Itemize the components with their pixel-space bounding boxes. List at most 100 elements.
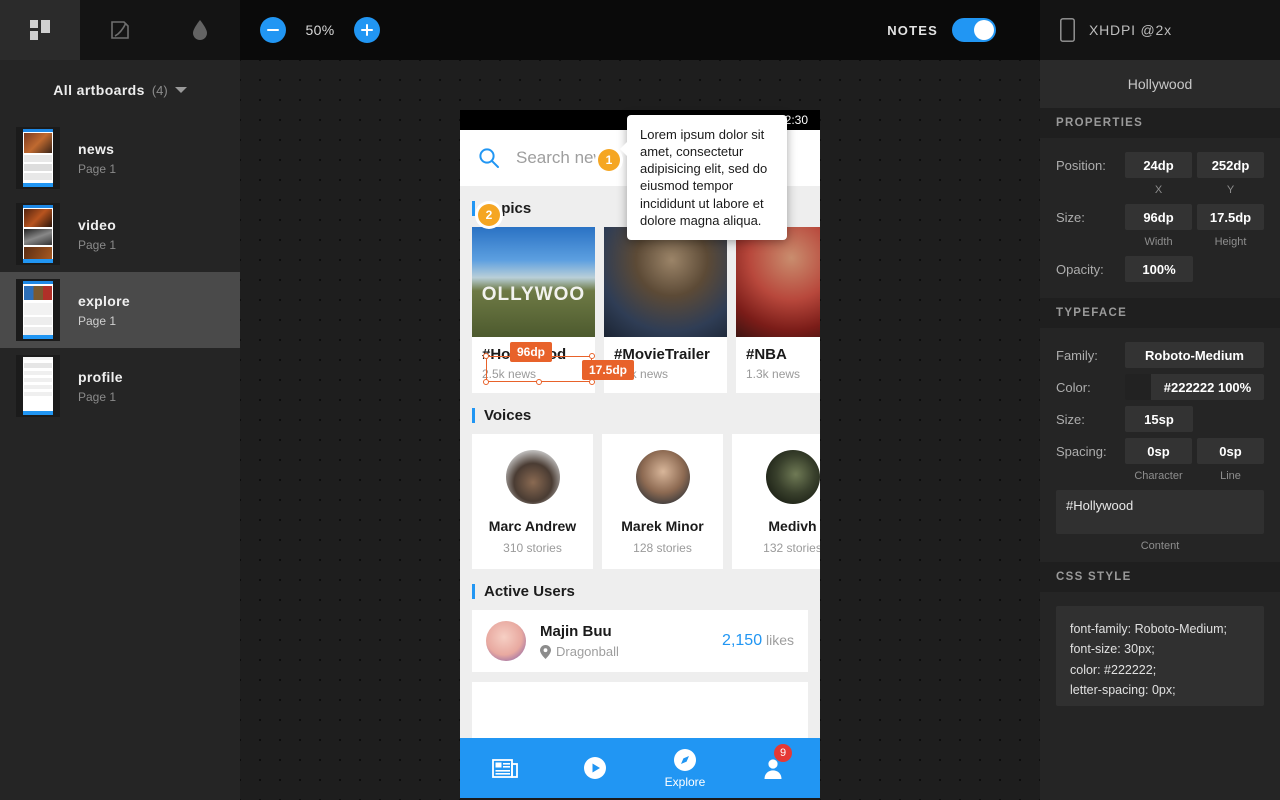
color-value-field[interactable]: #222222 100% [1151, 374, 1264, 400]
compass-icon [674, 748, 696, 771]
avatar [486, 621, 526, 661]
map-pin-icon [540, 644, 551, 659]
voice-name: Medivh [768, 518, 817, 534]
zoom-out-button[interactable] [260, 17, 286, 43]
design-canvas[interactable]: 2:30 Search news Topics OLLYWOO 2.5k new… [240, 60, 1040, 800]
zoom-controls: 50% [260, 17, 380, 43]
section-header-typeface: TYPEFACE [1040, 298, 1280, 328]
sidebar-item-explore[interactable]: explore Page 1 [0, 272, 240, 348]
artboard-thumbnail [16, 127, 60, 189]
sidebar-item-profile[interactable]: profile Page 1 [0, 348, 240, 424]
position-captions: X Y [1125, 184, 1264, 196]
toggle-knob [974, 20, 994, 40]
size-captions: Width Height [1125, 236, 1264, 248]
content-textarea[interactable]: #Hollywood [1056, 490, 1264, 534]
grid-icon[interactable] [0, 0, 80, 60]
color-swatch[interactable] [1125, 374, 1151, 400]
artboard-text: video Page 1 [78, 217, 116, 252]
active-user-row-partial[interactable] [472, 682, 808, 744]
avatar [765, 450, 820, 504]
artboard-thumbnail [16, 203, 60, 265]
avatar [505, 450, 560, 504]
chevron-down-icon[interactable] [174, 87, 187, 93]
voice-card[interactable]: Medivh 132 stories [732, 434, 820, 569]
css-line: color: #222222; [1070, 662, 1157, 677]
artboard-text: profile Page 1 [78, 369, 123, 404]
plus-icon-v [366, 24, 368, 36]
voice-card[interactable]: Marek Minor 128 stories [602, 434, 723, 569]
voice-card[interactable]: Marc Andrew 310 stories [472, 434, 593, 569]
family-label: Family: [1056, 347, 1098, 363]
spacing-character-field[interactable]: 0sp [1125, 438, 1192, 464]
family-field[interactable]: Roboto-Medium [1125, 342, 1264, 368]
voices-card-row[interactable]: Marc Andrew 310 stories Marek Minor 128 … [460, 434, 820, 569]
font-size-label: Size: [1056, 411, 1085, 427]
artboard-thumbnail [16, 355, 60, 417]
spacing-line-caption: Line [1220, 470, 1241, 482]
note-badge-1[interactable]: 1 [598, 149, 620, 171]
active-user-text: Majin Buu Dragonball [540, 623, 619, 659]
note-pen-icon[interactable] [80, 0, 160, 60]
artboards-header[interactable]: All artboards (4) [0, 60, 240, 120]
sidebar-item-news[interactable]: news Page 1 [0, 120, 240, 196]
phone-icon [1060, 18, 1075, 42]
topic-image-movietrailer [604, 227, 727, 337]
size-width-caption: Width [1144, 236, 1173, 248]
tool-segment [80, 0, 240, 60]
nav-item-news[interactable] [460, 738, 550, 798]
nav-item-video[interactable] [550, 738, 640, 798]
opacity-label: Opacity: [1056, 261, 1104, 277]
position-label: Position: [1056, 157, 1106, 173]
active-user-name: Majin Buu [540, 623, 612, 640]
resize-handle-top-left[interactable] [483, 353, 489, 359]
size-height-field[interactable]: 17.5dp [1197, 204, 1264, 230]
opacity-field[interactable]: 100% [1125, 256, 1193, 282]
section-header-css-style: CSS STYLE [1040, 562, 1280, 592]
position-y-field[interactable]: 252dp [1197, 152, 1264, 178]
artboard-name: explore [78, 292, 130, 309]
topic-card[interactable]: #NBA 1.3k news [736, 227, 820, 393]
artboard-text: explore Page 1 [78, 293, 130, 328]
topic-image-hollywood: OLLYWOO [472, 227, 595, 337]
artboards-title: All artboards [53, 82, 145, 98]
device-selector[interactable]: XHDPI @2x [1040, 18, 1172, 42]
resize-handle-bottom-middle[interactable] [536, 379, 542, 385]
spacing-character-caption: Character [1134, 470, 1183, 482]
spacing-label: Spacing: [1056, 443, 1107, 459]
note-badge-2[interactable]: 2 [478, 204, 500, 226]
size-height-caption: Height [1214, 236, 1247, 248]
section-title: Voices [484, 407, 532, 424]
note-tooltip: Lorem ipsum dolor sit amet, consectetur … [620, 115, 787, 240]
zoom-in-button[interactable] [354, 17, 380, 43]
nav-item-explore[interactable]: Explore [640, 738, 730, 798]
section-accent-bar [472, 408, 475, 423]
zoom-level-value[interactable]: 50% [298, 22, 342, 38]
device-label: XHDPI @2x [1089, 22, 1172, 38]
position-x-field[interactable]: 24dp [1125, 152, 1192, 178]
resize-handle-top-right[interactable] [589, 353, 595, 359]
droplet-icon[interactable] [160, 0, 240, 60]
notes-toggle[interactable] [952, 18, 996, 42]
section-header-voices: Voices [460, 393, 820, 434]
likes-counter: 2,150 likes [722, 632, 794, 650]
position-row: Position: 24dp 252dp [1056, 152, 1264, 178]
likes-value: 2,150 [722, 632, 763, 649]
font-size-field[interactable]: 15sp [1125, 406, 1193, 432]
artboards-count: (4) [151, 82, 168, 98]
search-icon [479, 148, 499, 168]
voice-stories: 132 stories [763, 541, 820, 555]
spacing-line-field[interactable]: 0sp [1197, 438, 1264, 464]
nav-item-profile[interactable]: 9 [730, 738, 820, 798]
position-y-caption: Y [1226, 184, 1235, 196]
resize-handle-bottom-left[interactable] [483, 379, 489, 385]
css-line: font-family: Roboto-Medium; [1070, 622, 1228, 636]
sidebar-item-video[interactable]: video Page 1 [0, 196, 240, 272]
color-label: Color: [1056, 379, 1091, 395]
topic-tag: #NBA [746, 346, 787, 363]
typeface-body: Family: Roboto-Medium Color: #222222 100… [1040, 328, 1280, 562]
css-style-code-block[interactable]: font-family: Roboto-Medium; font-size: 3… [1056, 606, 1264, 706]
active-user-row[interactable]: Majin Buu Dragonball 2,150 likes [472, 610, 808, 672]
size-width-field[interactable]: 96dp [1125, 204, 1192, 230]
device-segment: XHDPI @2x [1040, 0, 1280, 60]
notes-toggle-group: NOTES [887, 0, 996, 60]
